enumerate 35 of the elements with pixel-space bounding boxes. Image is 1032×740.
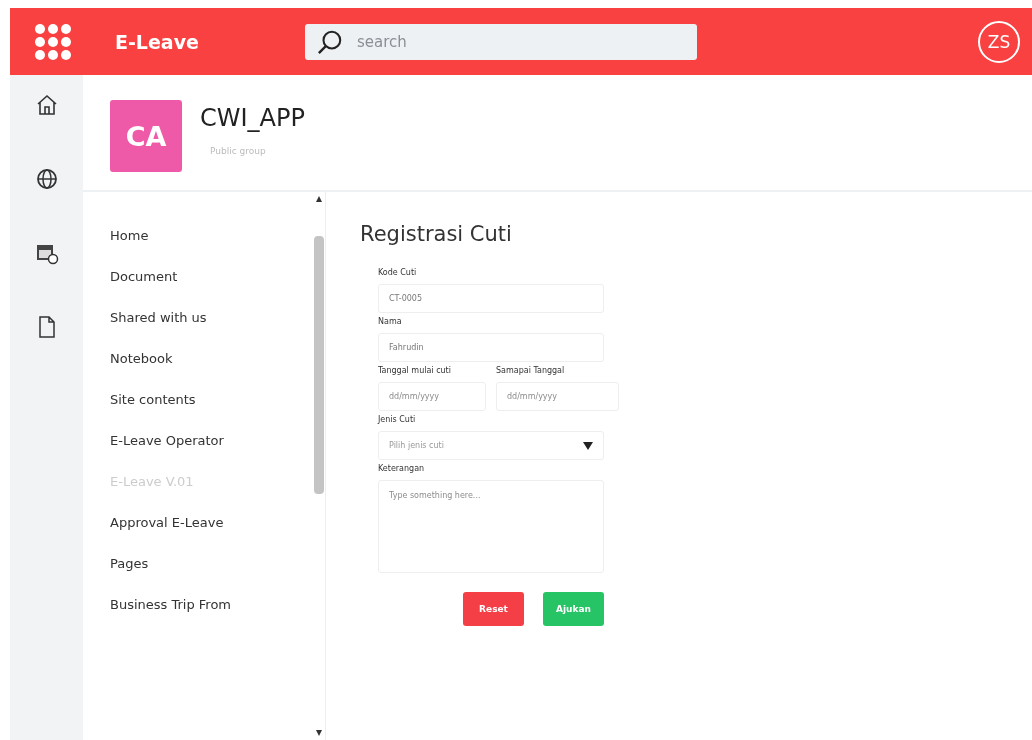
nav-link[interactable]: E-Leave Operator [110,431,313,451]
nav-link[interactable]: Shared with us [110,308,313,328]
field-label: Nama [378,317,403,326]
nav-link[interactable]: Notebook [110,349,313,369]
scroll-thumb[interactable] [314,236,324,494]
nav-link[interactable]: Pages [110,554,313,574]
text-area[interactable]: Type something here... [378,480,604,573]
search-icon [317,28,343,55]
field-label: Tanggal mulai cuti [378,366,452,375]
date-field[interactable]: dd/mm/yyyy [378,382,486,411]
form-title: Registrasi Cuti [360,222,513,246]
globe-icon[interactable] [34,167,59,191]
group-avatar: CA [110,100,182,172]
group-name: CWI_APP [200,104,305,132]
input-field[interactable]: CT-0005 [378,284,604,313]
input-field[interactable]: Fahrudin [378,333,604,362]
nav-link[interactable]: Home [110,226,313,246]
nav-link[interactable]: Site contents [110,390,313,410]
scroll-up-icon[interactable] [316,196,322,202]
date-field[interactable]: dd/mm/yyyy [496,382,619,411]
field-label: Kode Cuti [378,268,418,277]
scroll-down-icon[interactable] [316,730,322,736]
field-label: Keterangan [378,464,426,473]
nav-link[interactable]: Business Trip From [110,595,313,615]
field-label: Samapai Tanggal [496,366,566,375]
reset-button[interactable]: Reset [463,592,524,626]
apps-grid-icon[interactable] [35,23,71,60]
user-avatar[interactable]: ZS [978,20,1020,63]
field-label: Jenis Cuti [378,415,417,424]
group-subtitle: Public group [210,146,267,156]
nav-link[interactable]: Document [110,267,313,287]
app-title: E-Leave [115,30,200,53]
search-field[interactable]: search [305,23,697,60]
caret-icon [583,441,593,450]
nav-link[interactable]: Approval E-Leave [110,513,313,533]
